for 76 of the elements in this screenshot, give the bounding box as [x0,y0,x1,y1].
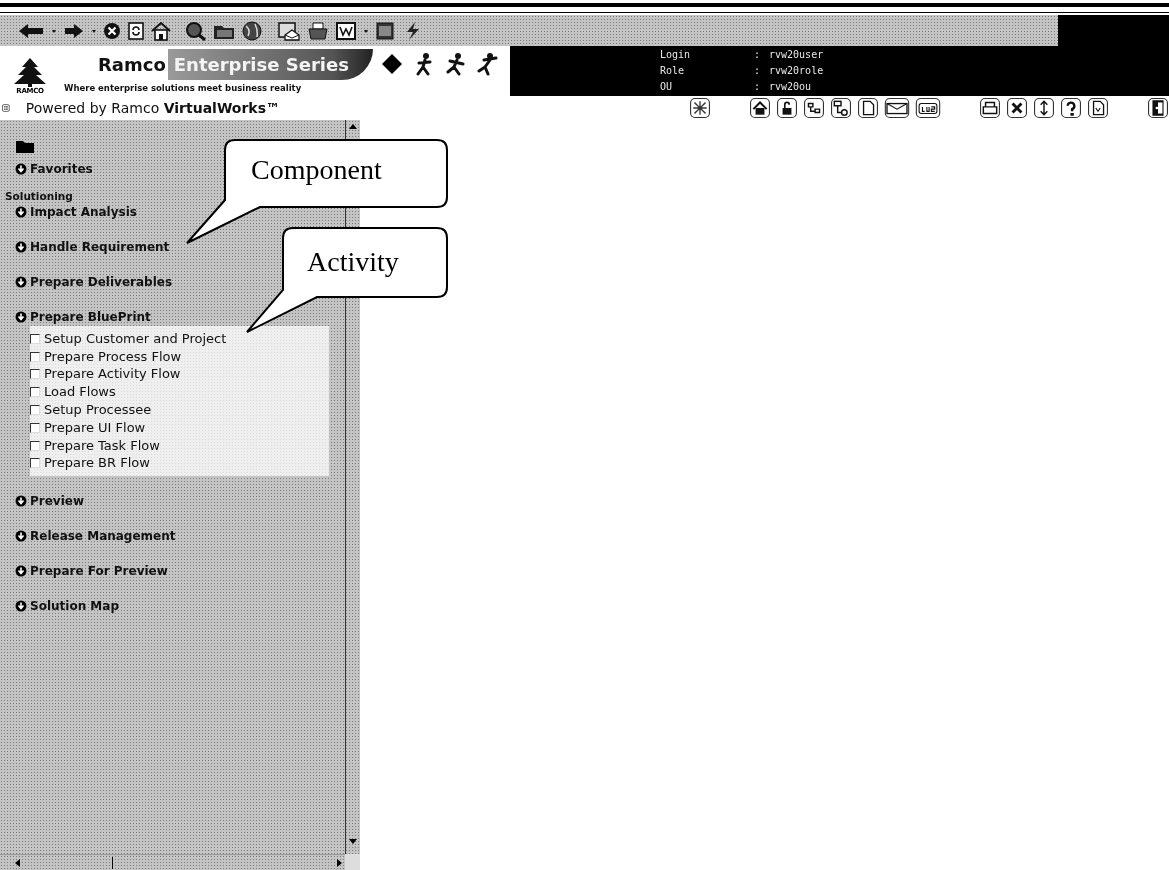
callout-text: Component [251,154,382,186]
sidebar-item[interactable]: Prepare Deliverables [30,274,173,290]
product-name: Enterprise Series [167,48,373,80]
checkbox-label[interactable]: Prepare UI Flow [44,419,146,436]
down-arrow-icon[interactable] [15,565,27,578]
checkbox[interactable] [30,369,40,380]
down-arrow-icon[interactable] [15,530,27,543]
search-icon[interactable] [185,20,207,41]
close-icon[interactable] [1006,98,1028,118]
printer-icon[interactable] [307,20,329,41]
sidebar-item[interactable]: Handle Requirement [30,239,170,255]
brand-name: Ramco [97,53,166,75]
page-icon[interactable] [1087,98,1109,118]
globe-icon[interactable] [241,20,263,41]
down-arrow-icon[interactable] [15,600,27,613]
mail-icon[interactable] [277,20,301,41]
checkbox-label[interactable]: Prepare Process Flow [44,348,182,365]
sidebar-link[interactable]: Favorites [30,161,93,177]
checkbox[interactable] [30,440,40,451]
running-figure-icon [444,52,467,76]
down-arrow-icon[interactable] [15,163,27,175]
separator-text: : [754,65,761,77]
stop-icon[interactable] [103,20,121,41]
checkbox[interactable] [30,351,40,362]
exit-door-icon[interactable] [1147,98,1169,118]
checkbox-label[interactable]: Load Flows [44,384,116,401]
checkbox[interactable] [30,405,40,416]
down-arrow-icon[interactable] [15,311,27,323]
help-icon[interactable] [1060,98,1082,118]
document-icon[interactable] [335,20,357,41]
session-value: rvw20ou [769,81,812,93]
powered-by-text: Powered by Ramco VirtualWorks™ [25,100,280,116]
checkbox-label[interactable]: Prepare Activity Flow [44,366,181,383]
checkbox-label[interactable]: Setup Customer and Project [44,330,227,347]
diamond-icon [380,52,403,76]
window-icon[interactable] [375,20,395,41]
down-arrow-icon[interactable] [15,276,27,288]
sidebar-item[interactable]: Impact Analysis [30,204,137,220]
sidebar-item[interactable]: Solution Map [30,598,119,615]
callout-text: Activity [307,246,399,278]
sidebar-item[interactable]: Preview [30,493,84,510]
tree-chart-icon[interactable] [803,98,825,118]
session-label: Role [660,65,685,77]
checkbox[interactable] [30,387,40,398]
tagline: Where enterprise solutions meet business reality [64,82,303,94]
checkbox[interactable] [30,458,40,469]
session-label: OU [660,81,673,93]
sidebar-item[interactable]: Release Management [30,528,176,545]
separator-text: : [754,49,761,61]
down-arrow-icon[interactable] [15,241,27,253]
checkbox[interactable] [30,422,40,433]
separator-text: : [754,81,761,93]
lock-icon[interactable] [776,98,798,118]
sidebar-item[interactable]: Prepare BluePrint [30,309,151,325]
home-icon[interactable] [749,98,771,118]
flow-icon[interactable] [830,98,852,118]
page-icon[interactable] [857,98,879,118]
home-icon[interactable] [151,20,171,41]
down-arrow-icon[interactable] [15,495,27,508]
folder-icon[interactable] [15,138,35,154]
printer-icon[interactable] [979,98,1001,118]
checkbox-label[interactable]: Prepare BR Flow [44,455,150,472]
down-arrow-icon[interactable] [15,206,27,218]
up-down-icon[interactable] [1033,98,1055,118]
checkbox[interactable] [30,333,40,344]
refresh-icon[interactable] [127,20,145,41]
session-value: rvw20role [769,65,824,77]
session-label: Login [660,49,691,61]
sidebar-item[interactable]: Prepare For Preview [30,563,168,580]
running-figure-icon [476,52,499,76]
envelope-icon[interactable] [884,98,910,118]
section-heading: Solutioning [5,190,73,203]
session-value: rvw20user [769,49,824,61]
checkbox-label[interactable]: Setup Processee [44,402,152,419]
scrollbar-corner [345,854,360,870]
checkbox-label[interactable]: Prepare Task Flow [44,437,160,454]
